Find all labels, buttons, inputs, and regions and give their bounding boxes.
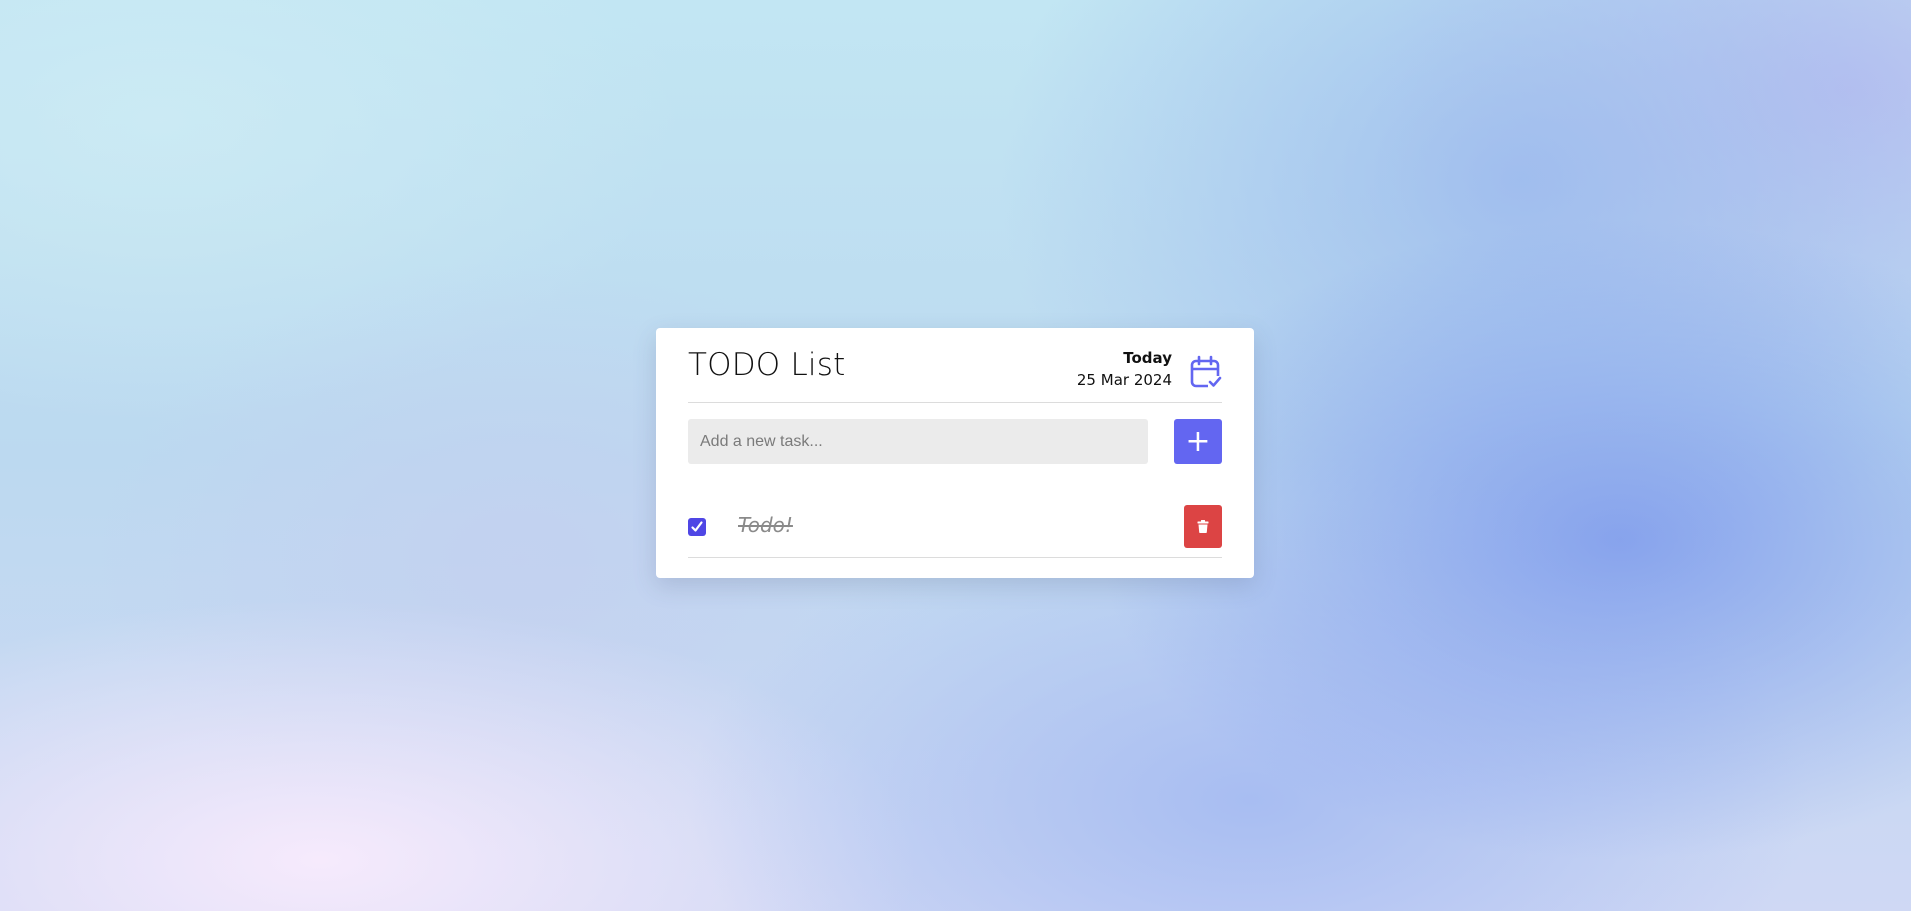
todo-checkbox[interactable] xyxy=(688,518,706,536)
trash-icon xyxy=(1197,520,1209,533)
plus-icon: + xyxy=(1185,424,1211,459)
add-task-button[interactable]: + xyxy=(1174,419,1222,464)
todo-item: Todo! xyxy=(688,498,1222,558)
add-task-row: + xyxy=(688,419,1222,464)
calendar-check-icon xyxy=(1190,355,1222,389)
date-value: 25 Mar 2024 xyxy=(1076,371,1172,389)
date-label: Today xyxy=(1123,349,1172,367)
todo-header: TODO List Today 25 Mar 2024 xyxy=(688,328,1222,403)
page-title: TODO List xyxy=(688,347,846,383)
delete-todo-button[interactable] xyxy=(1184,505,1222,548)
todo-card: TODO List Today 25 Mar 2024 + xyxy=(656,328,1254,578)
new-task-input[interactable] xyxy=(688,419,1148,464)
todo-text: Todo! xyxy=(738,513,793,537)
date-display: Today 25 Mar 2024 xyxy=(1077,348,1172,392)
check-icon xyxy=(691,521,703,532)
todo-list: Todo! xyxy=(688,498,1222,558)
